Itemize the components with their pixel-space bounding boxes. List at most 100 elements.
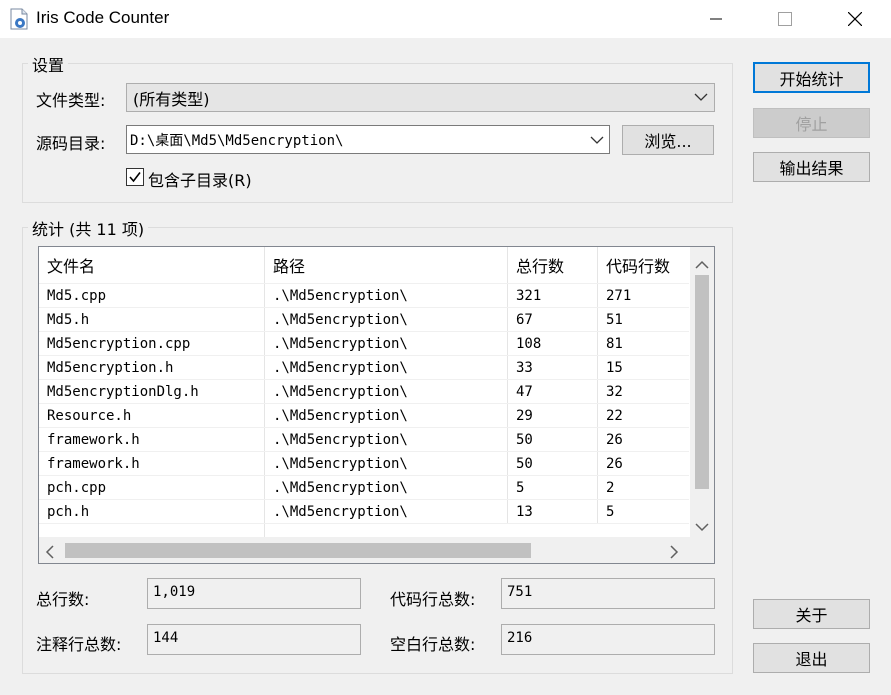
table-header: 文件名 路径 总行数 代码行数 — [39, 247, 689, 283]
table-cell-code-lines: 26 — [606, 456, 623, 472]
table-cell-code-lines: 2 — [606, 480, 615, 496]
total-lines-value: 1,019 — [153, 584, 196, 600]
source-dir-input[interactable]: D:\桌面\Md5\Md5encryption\ — [126, 125, 610, 154]
table-cell-code-lines: 22 — [606, 408, 623, 424]
column-header-code-lines[interactable]: 代码行数 — [598, 247, 689, 283]
app-gear-icon — [8, 7, 30, 31]
settings-legend: 设置 — [28, 52, 69, 76]
export-results-label: 输出结果 — [779, 159, 844, 178]
table-row[interactable]: pch.cpp .\Md5encryption\ 5 2 — [39, 475, 689, 500]
table-cell-filename: framework.h — [39, 428, 265, 452]
table-cell-filename: Md5.cpp — [39, 284, 265, 308]
comment-lines-field[interactable]: 144 — [147, 624, 361, 655]
table-cell-total-lines: 67 — [508, 308, 598, 332]
column-header-filename[interactable]: 文件名 — [39, 247, 265, 283]
table-cell-total-lines: 321 — [508, 284, 598, 308]
scroll-down-icon[interactable] — [695, 517, 709, 536]
checkmark-icon — [129, 172, 141, 183]
minimize-icon — [710, 18, 722, 20]
table-cell-filename: pch.h — [39, 500, 265, 524]
scroll-left-icon[interactable] — [45, 544, 55, 563]
vertical-scroll-thumb[interactable] — [695, 275, 709, 489]
column-header-path[interactable]: 路径 — [265, 247, 508, 283]
table-cell-total-lines: 50 — [508, 428, 598, 452]
table-cell-total-lines: 50 — [508, 452, 598, 476]
close-button[interactable] — [832, 0, 878, 38]
table-row[interactable]: Md5encryptionDlg.h .\Md5encryption\ 47 32 — [39, 379, 689, 404]
table-row[interactable]: Md5encryption.h .\Md5encryption\ 33 15 — [39, 355, 689, 380]
maximize-icon — [778, 12, 792, 26]
chevron-down-icon — [590, 136, 604, 144]
table-cell-filename: Md5encryption.cpp — [39, 332, 265, 356]
file-type-select[interactable]: (所有类型) — [126, 83, 715, 112]
stop-label: 停止 — [795, 115, 828, 134]
table-cell-partial — [39, 524, 265, 537]
table-cell-total-lines: 47 — [508, 380, 598, 404]
table-cell-filename: Md5.h — [39, 308, 265, 332]
comment-lines-value: 144 — [153, 630, 179, 646]
about-button[interactable]: 关于 — [753, 599, 870, 629]
source-dir-label: 源码目录: — [36, 134, 106, 153]
column-header-total-lines[interactable]: 总行数 — [508, 247, 598, 283]
source-dir-value: D:\桌面\Md5\Md5encryption\ — [130, 133, 344, 149]
table-cell-path: .\Md5encryption\ — [265, 332, 508, 356]
chevron-down-icon — [694, 89, 708, 109]
table-cell-total-lines: 5 — [508, 476, 598, 500]
table-row[interactable]: pch.h .\Md5encryption\ 13 5 — [39, 499, 689, 524]
table-cell-code-lines: 32 — [606, 384, 623, 400]
table-cell-path: .\Md5encryption\ — [265, 356, 508, 380]
include-subdirs-label[interactable]: 包含子目录(R) — [148, 167, 252, 191]
results-table[interactable]: 文件名 路径 总行数 代码行数 Md5.cpp .\Md5encryption\ 3… — [38, 246, 715, 564]
table-cell-filename: Md5encryptionDlg.h — [39, 380, 265, 404]
horizontal-scrollbar[interactable] — [39, 537, 690, 563]
table-cell-code-lines: 26 — [606, 432, 623, 448]
code-lines-label: 代码行总数: — [390, 590, 476, 609]
table-cell-total-lines: 29 — [508, 404, 598, 428]
table-row[interactable]: framework.h .\Md5encryption\ 50 26 — [39, 427, 689, 452]
start-count-button[interactable]: 开始统计 — [753, 62, 870, 93]
export-results-button[interactable]: 输出结果 — [753, 152, 870, 182]
table-cell-filename: Md5encryption.h — [39, 356, 265, 380]
table-row[interactable]: framework.h .\Md5encryption\ 50 26 — [39, 451, 689, 476]
code-lines-value: 751 — [507, 584, 533, 600]
maximize-button[interactable] — [762, 0, 808, 38]
source-dir-dropdown[interactable] — [585, 126, 609, 153]
browse-button[interactable]: 浏览... — [622, 125, 714, 155]
table-row[interactable]: Md5.cpp .\Md5encryption\ 321 271 — [39, 283, 689, 308]
start-count-label: 开始统计 — [779, 69, 844, 89]
table-row[interactable]: Resource.h .\Md5encryption\ 29 22 — [39, 403, 689, 428]
table-row-partial[interactable] — [39, 523, 689, 537]
table-row[interactable]: Md5.h .\Md5encryption\ 67 51 — [39, 307, 689, 332]
total-lines-field[interactable]: 1,019 — [147, 578, 361, 609]
table-cell-code-lines: 271 — [606, 288, 632, 304]
code-lines-field[interactable]: 751 — [501, 578, 715, 609]
scroll-right-icon[interactable] — [669, 544, 679, 563]
table-cell-total-lines: 33 — [508, 356, 598, 380]
scroll-up-icon[interactable] — [695, 255, 709, 274]
stats-legend: 统计 (共 11 项) — [28, 216, 149, 240]
comment-lines-label: 注释行总数: — [36, 635, 122, 654]
minimize-button[interactable] — [693, 0, 739, 38]
table-cell-code-lines: 15 — [606, 360, 623, 376]
horizontal-scroll-thumb[interactable] — [65, 543, 531, 558]
file-type-label: 文件类型: — [36, 91, 106, 110]
file-type-value: (所有类型) — [133, 90, 210, 109]
table-cell-path: .\Md5encryption\ — [265, 404, 508, 428]
blank-lines-field[interactable]: 216 — [501, 624, 715, 655]
table-cell-total-lines: 13 — [508, 500, 598, 524]
table-cell-filename: Resource.h — [39, 404, 265, 428]
title-bar[interactable]: Iris Code Counter — [0, 0, 891, 38]
table-cell-path: .\Md5encryption\ — [265, 428, 508, 452]
stop-button[interactable]: 停止 — [753, 108, 870, 138]
include-subdirs-checkbox[interactable] — [126, 168, 144, 186]
vertical-scrollbar[interactable] — [690, 247, 714, 537]
close-icon — [848, 12, 862, 26]
total-lines-label: 总行数: — [36, 590, 90, 609]
table-cell-filename: pch.cpp — [39, 476, 265, 500]
exit-button[interactable]: 退出 — [753, 643, 870, 673]
exit-label: 退出 — [795, 650, 828, 669]
table-cell-code-lines: 81 — [606, 336, 623, 352]
table-cell-path: .\Md5encryption\ — [265, 284, 508, 308]
browse-label: 浏览... — [644, 132, 692, 151]
table-row[interactable]: Md5encryption.cpp .\Md5encryption\ 108 81 — [39, 331, 689, 356]
